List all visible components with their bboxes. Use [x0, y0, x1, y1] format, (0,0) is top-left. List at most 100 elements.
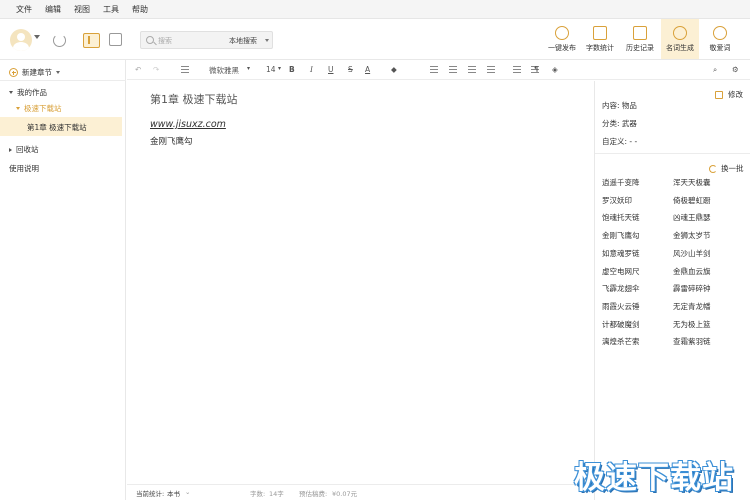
underline-button[interactable]: U	[328, 65, 334, 74]
name-item[interactable]: 罗汉妖印	[602, 195, 642, 206]
content-value: 物品	[621, 101, 637, 110]
history-button[interactable]: 历史记录	[621, 19, 659, 59]
name-item[interactable]: 金刚飞鹰勾	[602, 230, 642, 241]
divider	[595, 153, 750, 154]
menu-view[interactable]: 视图	[74, 4, 90, 15]
new-chapter-button[interactable]: 新建章节	[9, 67, 60, 78]
send-icon	[555, 26, 569, 40]
menu-tools[interactable]: 工具	[103, 4, 119, 15]
publish-button[interactable]: 一键发布	[543, 19, 581, 59]
divider	[0, 80, 126, 81]
align-right-icon[interactable]	[468, 66, 476, 73]
font-size-select[interactable]: 14	[266, 65, 276, 74]
sync-icon[interactable]	[53, 34, 66, 47]
avatar-body	[13, 42, 29, 51]
font-caret-icon[interactable]: ▾	[247, 65, 250, 72]
name-item[interactable]: 凶魂王鼎瑟	[673, 212, 713, 223]
tree-chapter[interactable]: 第1章 极速下载站	[27, 122, 87, 133]
tree-my-works[interactable]: 我的作品	[9, 87, 47, 98]
name-generator-button[interactable]: 名词生成	[661, 19, 699, 59]
gear-icon[interactable]: ⚙	[732, 65, 739, 74]
chevron-down-icon[interactable]	[34, 35, 40, 39]
strikethrough-button[interactable]: S	[348, 65, 353, 74]
refresh-icon	[709, 164, 717, 173]
name-item[interactable]: 倚极碧虹蹰	[673, 195, 713, 206]
align-center-icon[interactable]	[449, 66, 457, 73]
modify-label: 修改	[728, 90, 743, 99]
custom-value: - -	[629, 137, 638, 146]
name-item[interactable]: 风沙山羊剑	[673, 248, 713, 259]
tree-help[interactable]: 使用说明	[9, 163, 39, 174]
redo-icon[interactable]: ↷	[153, 65, 159, 74]
name-item[interactable]: 雨霞火云锤	[602, 301, 642, 312]
menu-edit[interactable]: 编辑	[45, 4, 61, 15]
chevron-down-icon[interactable]	[56, 71, 60, 74]
caret-right-icon	[9, 147, 12, 152]
main-toolbar: 搜索 本地搜索 一键发布 字数统计 历史记录 名词生成 敬爱词	[0, 19, 750, 60]
name-item[interactable]: 漓煌杀芒索	[602, 336, 642, 347]
name-item[interactable]: 逍遥千变降	[602, 177, 642, 188]
search-box[interactable]: 搜索 本地搜索	[140, 31, 273, 49]
align-left-icon[interactable]	[430, 66, 438, 73]
tree-help-label: 使用说明	[9, 164, 39, 173]
name-item[interactable]: 计都破魔剑	[602, 319, 642, 330]
name-item[interactable]: 霹雷碎碎钟	[673, 283, 713, 294]
caret-down-icon	[9, 91, 13, 94]
refresh-button[interactable]: 换一批	[709, 163, 744, 174]
avatar[interactable]	[10, 29, 32, 51]
name-item[interactable]: 飞霹龙翅伞	[602, 283, 642, 294]
new-chapter-label: 新建章节	[22, 68, 52, 77]
words-label: 字数:	[250, 490, 266, 498]
name-item[interactable]: 金鼎血云旗	[673, 266, 713, 277]
modify-button[interactable]: 修改	[715, 89, 743, 100]
plus-icon	[9, 68, 18, 77]
format-painter-icon[interactable]: ¶	[534, 65, 538, 73]
tree-book[interactable]: 极速下载站	[16, 103, 62, 114]
chapter-title[interactable]: 第1章 极速下载站	[150, 91, 238, 107]
search-scope-select[interactable]: 本地搜索	[229, 36, 257, 46]
editor[interactable]: 第1章 极速下载站 www.jisuxz.com 金刚飞鹰勾	[127, 81, 593, 484]
chart-icon	[593, 26, 607, 40]
name-item[interactable]: 浑天天极囊	[673, 177, 713, 188]
size-caret-icon[interactable]: ▾	[278, 65, 281, 72]
italic-button[interactable]: I	[310, 65, 313, 74]
font-select[interactable]: 微软雅黑	[209, 65, 239, 76]
search-icon	[146, 36, 154, 44]
menu-file[interactable]: 文件	[16, 4, 32, 15]
undo-icon[interactable]: ↶	[135, 65, 141, 74]
bold-button[interactable]: B	[289, 65, 295, 74]
eraser-icon[interactable]: ◈	[552, 65, 558, 74]
highlight-icon[interactable]: ◆	[391, 65, 397, 74]
count-scope-select[interactable]: 本书	[167, 488, 180, 498]
publish-button-label: 一键发布	[548, 44, 576, 52]
income-value: ¥0.07元	[332, 490, 358, 498]
list-icon[interactable]	[181, 66, 189, 73]
edit-icon	[715, 90, 723, 99]
indent-icon[interactable]	[513, 66, 521, 73]
category-value: 武器	[621, 119, 637, 128]
align-justify-icon[interactable]	[487, 66, 495, 73]
sidebar: 新建章节 我的作品 极速下载站 第1章 极速下载站 回收站 使用说明	[0, 60, 126, 500]
tree-recycle[interactable]: 回收站	[9, 144, 39, 155]
name-item[interactable]: 饱魂托天链	[602, 212, 642, 223]
chevron-down-icon[interactable]	[265, 39, 269, 42]
name-item[interactable]: 查霜紫羽链	[673, 336, 713, 347]
chevron-down-icon[interactable]: ⌄	[185, 488, 190, 496]
editor-url-line: www.jisuxz.com	[150, 119, 226, 130]
search-icon[interactable]: ⌕	[713, 65, 717, 75]
sidebar-layout-button[interactable]	[83, 33, 100, 48]
word-count-button[interactable]: 字数统计	[581, 19, 619, 59]
name-item[interactable]: 虚空电网尺	[602, 266, 642, 277]
fullscreen-layout-button[interactable]	[109, 33, 122, 46]
name-item[interactable]: 金狮太岁节	[673, 230, 713, 241]
menu-help[interactable]: 帮助	[132, 4, 148, 15]
text-color-button[interactable]: A	[365, 65, 370, 74]
name-item[interactable]: 无定青龙幡	[673, 301, 713, 312]
sensitive-words-button[interactable]: 敬爱词	[701, 19, 739, 59]
sidebar-layout-icon	[88, 36, 90, 44]
custom-prop: 自定义: - -	[602, 136, 637, 147]
editor-body-line: 金刚飞鹰勾	[150, 137, 193, 147]
name-item[interactable]: 无为极上篮	[673, 319, 713, 330]
name-item[interactable]: 如意魂罗链	[602, 248, 642, 259]
search-input[interactable]: 搜索	[158, 36, 172, 46]
